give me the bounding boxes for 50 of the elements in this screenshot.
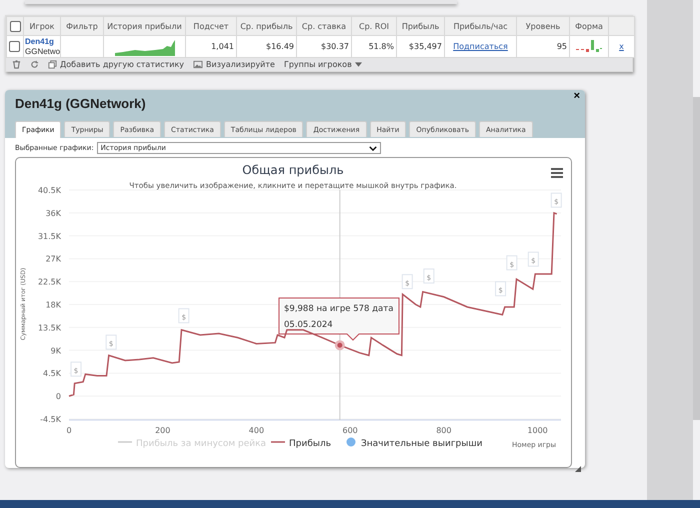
form-chart-drawing [574,38,604,54]
y-tick-label: -4.5K [40,415,61,424]
copy-icon [48,60,57,69]
network-name: GGNetwo [25,46,59,56]
y-tick-label: 0 [56,392,61,402]
resize-grip-icon[interactable] [575,466,581,472]
x-tick-label: 200 [155,426,170,435]
refresh-icon[interactable] [30,60,39,69]
table-cell: 1,041 [211,42,234,51]
y-tick-label: 31.5K [38,232,61,241]
table-cell: $35,497 [408,42,442,51]
y-tick-label: 9K [50,346,61,356]
legend-label: Прибыль [289,439,332,449]
hover-point [334,340,345,350]
x-tick-label: 400 [248,426,264,435]
player-groups-menu[interactable]: Группы игроков [284,60,362,69]
y-tick-label: 4.5K [43,369,61,378]
visualize-button[interactable]: Визуализируйте [193,60,275,69]
table-cell: $16.49 [266,42,294,51]
table-cell: 95 [556,42,567,51]
add-stats-button[interactable]: Добавить другую статистику [48,60,184,69]
caret-icon [354,62,362,67]
chevron-down-icon [368,146,377,150]
legend-item[interactable]: Прибыль [271,439,332,449]
x-tick-label: 600 [342,426,358,435]
y-tick-label: 13.5K [38,323,61,332]
profit-sparkline [114,40,174,56]
chart-title: Общая прибыль [242,163,344,177]
y-tick-label: 40.5K [38,186,61,195]
y-tick-label: 36K [46,208,61,218]
tooltip: $9,988 на игре 578 дата 05.05.2024 [278,298,400,341]
image-icon [193,60,204,69]
menu-icon[interactable] [551,168,563,178]
y-tick-label: 22.5K [38,278,61,287]
player-link[interactable]: Den41g [25,36,59,46]
table-cell: $30.37 [321,42,349,51]
select-all-checkbox[interactable] [10,20,20,32]
x-tick-label: 800 [436,426,452,435]
row-checkbox[interactable] [9,41,20,52]
scrollbar[interactable] [693,97,700,420]
table-cell: 51.8% [368,42,394,51]
y-tick-label: 18K [46,300,61,310]
popup-title: Den41g (GGNetwork) [15,96,147,111]
remove-link[interactable]: x [619,42,624,51]
legend-item[interactable]: Значительные выигрыши [346,438,482,449]
trash-icon[interactable] [12,60,21,69]
y-tick-label: 27K [46,254,61,264]
close-button[interactable]: × [574,91,580,101]
x-tick-label: 0 [66,426,72,435]
x-tick-label: 1000 [527,426,548,435]
